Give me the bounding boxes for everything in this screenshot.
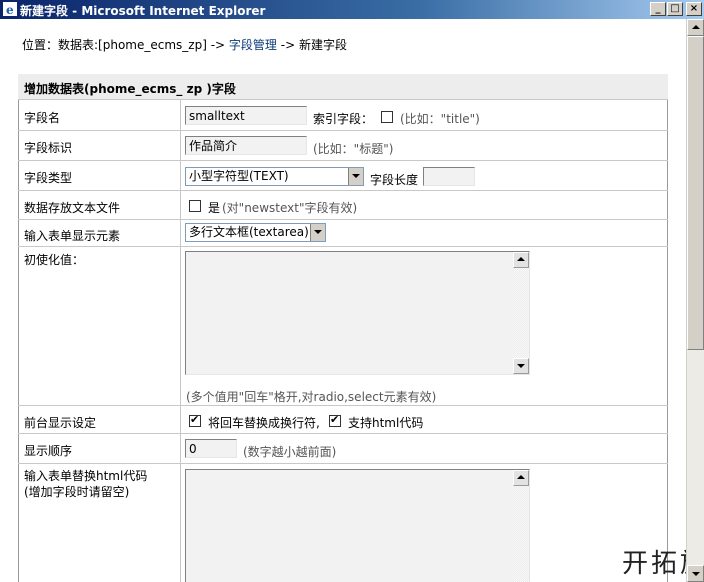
field-title-hint: (比如："标题") bbox=[313, 142, 394, 156]
scroll-up-icon[interactable] bbox=[513, 252, 529, 268]
textarea-scrollbar[interactable] bbox=[513, 470, 529, 582]
breadcrumb-link-field-manage[interactable]: 字段管理 bbox=[229, 38, 277, 52]
index-field-hint: (比如："title") bbox=[400, 112, 480, 126]
field-type-label: 字段类型 bbox=[24, 171, 73, 185]
text-file-label: 数据存放文本文件 bbox=[24, 201, 121, 215]
initial-value-textarea[interactable] bbox=[185, 251, 530, 375]
field-title-label: 字段标识 bbox=[24, 141, 73, 155]
index-field-label: 索引字段： bbox=[313, 112, 374, 126]
replace-html-note: (增加字段时请留空) bbox=[24, 485, 130, 499]
textarea-scrollbar[interactable] bbox=[513, 252, 529, 374]
replace-html-textarea[interactable] bbox=[185, 469, 530, 582]
maximize-button[interactable]: □ bbox=[667, 2, 683, 16]
replace-newline-checkbox[interactable] bbox=[189, 413, 201, 427]
support-html-option: 支持html代码 bbox=[348, 416, 424, 430]
row-form-element: 输入表单显示元素 bbox=[18, 220, 668, 247]
chevron-down-icon[interactable] bbox=[348, 168, 363, 185]
field-length-input[interactable] bbox=[423, 167, 475, 186]
field-type-select[interactable]: 小型字符型(TEXT) bbox=[185, 167, 364, 186]
form-element-label: 输入表单显示元素 bbox=[24, 229, 121, 243]
text-file-hint: (对"newstext"字段有效) bbox=[222, 201, 358, 215]
replace-html-label: 输入表单替换html代码 bbox=[24, 469, 148, 483]
field-type-selected: 小型字符型(TEXT) bbox=[189, 169, 289, 183]
window-title: 新建字段 - Microsoft Internet Explorer bbox=[20, 4, 266, 18]
support-html-checkbox[interactable] bbox=[329, 413, 341, 427]
field-length-label: 字段长度 bbox=[370, 173, 419, 187]
replace-newline-option: 将回车替换成换行符, bbox=[208, 416, 320, 430]
order-label: 显示顺序 bbox=[24, 444, 73, 458]
text-file-option: 是 bbox=[208, 201, 221, 215]
text-file-checkbox[interactable] bbox=[189, 200, 201, 212]
svg-text:e: e bbox=[6, 3, 14, 16]
field-title-input[interactable] bbox=[185, 136, 307, 155]
page-content: 位置：数据表:[phome_ecms_zp] -> 字段管理 -> 新建字段 增… bbox=[0, 19, 686, 582]
scroll-down-icon[interactable] bbox=[687, 565, 704, 582]
form-element-selected: 多行文本框(textarea) bbox=[189, 225, 309, 239]
row-order: 显示顺序 bbox=[18, 434, 668, 464]
frontend-label: 前台显示设定 bbox=[24, 416, 97, 430]
watermark-logo: 开拓族 bbox=[622, 549, 686, 579]
breadcrumb: 位置：数据表:[phome_ecms_zp] -> 字段管理 -> 新建字段 bbox=[22, 36, 347, 53]
window-title-bar[interactable]: e 新建字段 - Microsoft Internet Explorer _ □… bbox=[0, 0, 704, 19]
form-header-row: 增加数据表(phome_ecms_ zp )字段 bbox=[18, 74, 668, 100]
breadcrumb-suffix: -> 新建字段 bbox=[280, 38, 347, 52]
chevron-down-icon[interactable] bbox=[310, 224, 325, 241]
row-frontend: 前台显示设定 bbox=[18, 406, 668, 434]
field-name-label: 字段名 bbox=[24, 111, 61, 125]
form-element-select[interactable]: 多行文本框(textarea) bbox=[185, 223, 326, 242]
scroll-up-icon[interactable] bbox=[687, 19, 704, 36]
scroll-up-icon[interactable] bbox=[513, 470, 529, 486]
minimize-button[interactable]: _ bbox=[650, 2, 666, 16]
initial-value-hint: (多个值用"回车"格开,对radio,select元素有效) bbox=[186, 390, 437, 404]
scroll-down-icon[interactable] bbox=[513, 358, 529, 374]
field-name-input[interactable] bbox=[185, 106, 307, 125]
scroll-thumb[interactable] bbox=[687, 36, 704, 350]
order-input[interactable] bbox=[185, 439, 237, 458]
index-field-checkbox[interactable] bbox=[381, 111, 393, 123]
internet-explorer-icon: e bbox=[3, 2, 17, 16]
breadcrumb-prefix: 位置：数据表:[phome_ecms_zp] -> bbox=[22, 38, 226, 52]
order-hint: (数字越小越前面) bbox=[243, 445, 337, 459]
close-button[interactable]: × bbox=[686, 2, 702, 16]
page-scrollbar[interactable] bbox=[686, 19, 704, 582]
initial-value-label: 初使化值： bbox=[24, 253, 85, 267]
form-header: 增加数据表(phome_ecms_ zp )字段 bbox=[24, 82, 236, 96]
